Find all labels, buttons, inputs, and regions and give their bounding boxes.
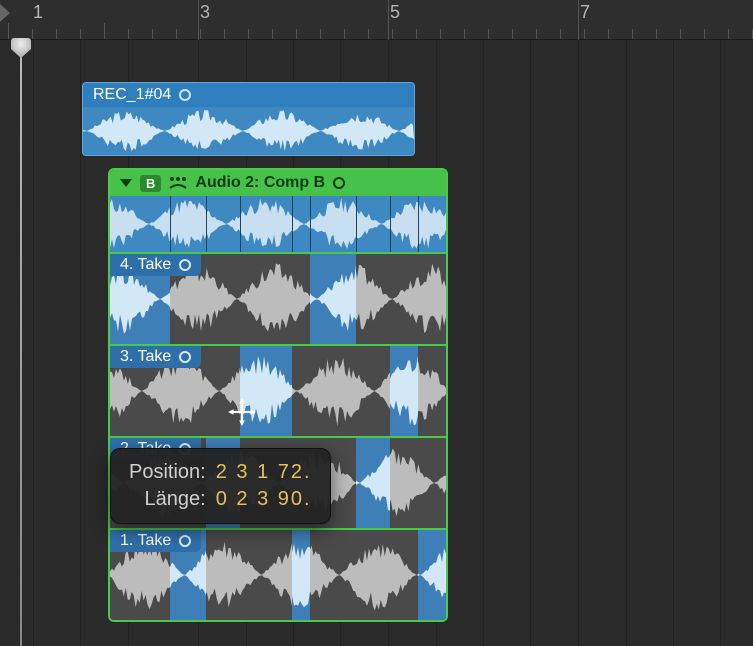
comp-label: Audio 2: Comp B xyxy=(195,174,325,192)
loop-icon[interactable] xyxy=(179,535,191,547)
take-lane[interactable]: 4. Take xyxy=(110,252,446,344)
playhead[interactable] xyxy=(20,40,22,646)
ruler-bar-label: 7 xyxy=(580,2,590,23)
comp-badge[interactable]: B xyxy=(140,175,161,192)
take-lane[interactable]: 3. Take xyxy=(110,344,446,436)
disclosure-triangle-icon[interactable] xyxy=(120,179,132,187)
take-selection-wave xyxy=(418,530,448,620)
region-waveform xyxy=(83,107,414,155)
take-label[interactable]: 1. Take xyxy=(110,530,201,552)
tooltip-length-value: 0 2 3 90. xyxy=(216,488,312,511)
loop-icon[interactable] xyxy=(179,351,191,363)
take-selection-wave xyxy=(356,438,390,528)
region-name: REC_1#04 xyxy=(93,86,171,104)
region-header[interactable]: REC_1#04 xyxy=(83,83,414,107)
take-label[interactable]: 4. Take xyxy=(110,254,201,276)
position-tooltip: Position: 2 3 1 72. Länge: 0 2 3 90. xyxy=(110,448,331,524)
loop-icon[interactable] xyxy=(179,259,191,271)
take-selection-wave xyxy=(240,346,292,436)
take-selection-wave xyxy=(390,346,418,436)
tooltip-position-label: Position: xyxy=(129,461,206,484)
take-selection-wave xyxy=(292,530,310,620)
tooltip-position-value: 2 3 1 72. xyxy=(216,461,312,484)
take-selection[interactable] xyxy=(418,530,448,620)
take-selection[interactable] xyxy=(356,438,390,528)
audio-region[interactable]: REC_1#04 xyxy=(82,82,415,156)
take-label-text: 4. Take xyxy=(120,256,171,274)
ruler-subticks xyxy=(0,21,753,39)
take-selection[interactable] xyxy=(292,530,310,620)
playhead-cap-icon[interactable] xyxy=(11,38,31,58)
timeline-ruler[interactable]: 1 3 5 7 xyxy=(0,0,753,40)
take-selection[interactable] xyxy=(240,346,292,436)
flex-icon[interactable] xyxy=(169,176,187,190)
play-arrow-icon xyxy=(0,4,10,22)
ruler-bar-label: 3 xyxy=(200,2,210,23)
loop-icon[interactable] xyxy=(179,89,191,101)
ruler-bar-label: 1 xyxy=(33,2,43,23)
loop-icon[interactable] xyxy=(333,177,345,189)
take-folder[interactable]: B Audio 2: Comp B 4. Take3. Take2. Take1… xyxy=(108,168,448,622)
take-lane[interactable]: 1. Take xyxy=(110,528,446,620)
comp-header[interactable]: B Audio 2: Comp B xyxy=(110,170,446,196)
take-selection-wave xyxy=(310,254,356,344)
tooltip-length-label: Länge: xyxy=(129,488,206,511)
arrange-area[interactable]: REC_1#04 B Audio 2: Comp B xyxy=(0,40,753,646)
take-selection[interactable] xyxy=(310,254,356,344)
ruler-bar-label: 5 xyxy=(390,2,400,23)
take-label-text: 1. Take xyxy=(120,532,171,550)
take-selection[interactable] xyxy=(390,346,418,436)
take-label-text: 3. Take xyxy=(120,348,171,366)
comp-waveform[interactable] xyxy=(110,196,446,252)
take-label[interactable]: 3. Take xyxy=(110,346,201,368)
